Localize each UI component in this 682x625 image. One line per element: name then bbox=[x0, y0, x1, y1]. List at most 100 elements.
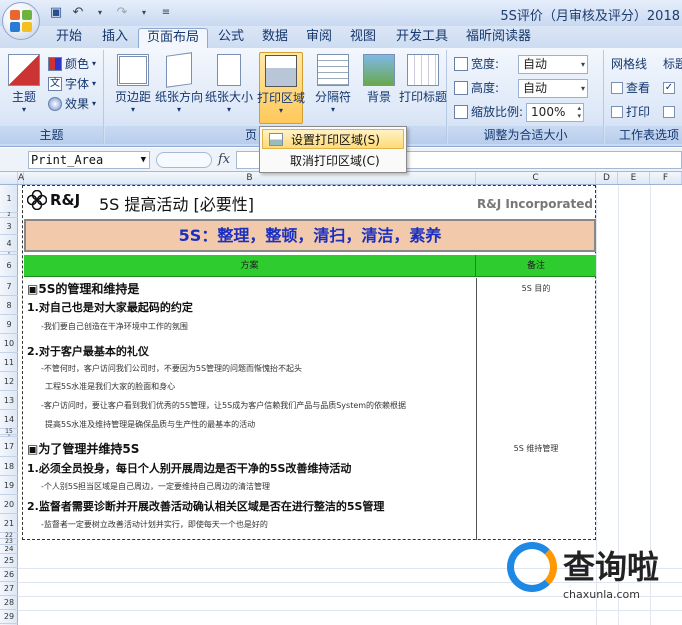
watermark: 查询啦 chaxunla.com bbox=[505, 540, 682, 625]
column-header[interactable]: B bbox=[24, 172, 476, 184]
orientation-button[interactable]: 纸张方向 ▾ bbox=[155, 52, 203, 122]
row-header[interactable]: 29 bbox=[0, 610, 18, 624]
quick-access-toolbar: ▣ ↶ ▾ ↷ ▾ ≡ bbox=[48, 4, 174, 20]
height-row: 高度: 自动 ▾ bbox=[454, 78, 588, 98]
watermark-url: chaxunla.com bbox=[563, 588, 640, 601]
breaks-button[interactable]: 分隔符 ▾ bbox=[311, 52, 355, 122]
row-header[interactable]: 6 bbox=[0, 255, 18, 277]
column-header[interactable]: F bbox=[650, 172, 682, 184]
row-header[interactable]: 12 bbox=[0, 372, 18, 391]
headings-print-checkbox[interactable] bbox=[663, 102, 675, 122]
tab-view[interactable]: 视图 bbox=[342, 28, 384, 48]
gridlines-print-checkbox[interactable]: 打印 bbox=[611, 102, 650, 122]
row-headers: 1 2 3 4 5 6 7 8 9 10 11 12 13 14 15 16 1… bbox=[0, 185, 18, 625]
tab-page-layout[interactable]: 页面布局 bbox=[138, 28, 209, 48]
row-header[interactable]: 18 bbox=[0, 457, 18, 476]
group-sheet-options: 网格线 标题 查看 ✓ 打印 工作表选项 bbox=[605, 50, 682, 144]
tab-formulas[interactable]: 公式 bbox=[210, 28, 252, 48]
group-label-sheet-options: 工作表选项 bbox=[605, 126, 682, 144]
column-divider bbox=[476, 278, 477, 540]
tab-foxit-reader[interactable]: 福昕阅读器 bbox=[458, 28, 539, 48]
row-header[interactable]: 10 bbox=[0, 334, 18, 353]
note-maintenance: 5S 维持管理 bbox=[513, 444, 559, 453]
fonts-button[interactable]: 文 字体 ▾ bbox=[48, 74, 96, 94]
tab-home[interactable]: 开始 bbox=[48, 28, 90, 48]
office-button[interactable] bbox=[2, 2, 40, 40]
list-item: -监督者一定要树立改善活动计划并实行，即使每天一个也是好的 bbox=[41, 520, 268, 529]
size-button[interactable]: 纸张大小 ▾ bbox=[205, 52, 253, 122]
height-select[interactable]: 自动 ▾ bbox=[518, 78, 588, 98]
row-header[interactable]: 25 bbox=[0, 554, 18, 568]
width-icon bbox=[454, 57, 468, 71]
formula-bar-handle[interactable] bbox=[156, 152, 212, 168]
insert-function-icon[interactable]: fx bbox=[218, 152, 230, 167]
width-select[interactable]: 自动 ▾ bbox=[518, 54, 588, 74]
row-header[interactable]: 17 bbox=[0, 437, 18, 457]
row-header[interactable]: 4 bbox=[0, 235, 18, 252]
row-header[interactable]: 9 bbox=[0, 315, 18, 334]
watermark-text: 查询啦 bbox=[563, 548, 660, 586]
row-header[interactable]: 7 bbox=[0, 277, 18, 296]
row-header[interactable]: 21 bbox=[0, 514, 18, 533]
menu-item-clear-print-area[interactable]: 取消打印区域(C) bbox=[262, 151, 404, 171]
menu-item-set-print-area[interactable]: 设置打印区域(S) bbox=[262, 129, 404, 149]
tab-data[interactable]: 数据 bbox=[254, 28, 296, 48]
row-header[interactable]: 28 bbox=[0, 596, 18, 610]
customize-qat-icon[interactable]: ≡ bbox=[158, 4, 174, 20]
row-header[interactable]: 3 bbox=[0, 218, 18, 235]
row-header[interactable]: 26 bbox=[0, 568, 18, 582]
undo-dropdown-icon[interactable]: ▾ bbox=[92, 4, 108, 20]
name-box-dropdown-icon[interactable]: ▼ bbox=[141, 152, 146, 168]
row-header[interactable]: 11 bbox=[0, 353, 18, 372]
row-header[interactable]: 1 bbox=[0, 185, 18, 213]
background-button[interactable]: 背景 bbox=[357, 52, 401, 122]
effects-button[interactable]: 效果 ▾ bbox=[48, 94, 96, 114]
column-header[interactable]: E bbox=[618, 172, 650, 184]
list-item: ▣为了管理并维持5S bbox=[27, 442, 140, 456]
headings-view-checkbox[interactable]: ✓ bbox=[663, 78, 675, 98]
checkbox-checked-icon: ✓ bbox=[663, 82, 675, 94]
window-title: 5S评价（月审核及评分）2018 bbox=[500, 9, 680, 24]
margins-button[interactable]: 页边距 ▾ bbox=[111, 52, 155, 122]
row-header[interactable]: 8 bbox=[0, 296, 18, 315]
redo-dropdown-icon[interactable]: ▾ bbox=[136, 4, 152, 20]
banner: 5S：整理，整顿，清扫，清洁，素养 bbox=[24, 219, 596, 252]
list-item: 2.监督者需要诊断并开展改善活动确认相关区域是否在进行整洁的5S管理 bbox=[27, 500, 385, 513]
tab-insert[interactable]: 插入 bbox=[94, 28, 136, 48]
save-icon[interactable]: ▣ bbox=[48, 4, 64, 20]
row-header[interactable]: 27 bbox=[0, 582, 18, 596]
tab-developer[interactable]: 开发工具 bbox=[388, 28, 456, 48]
list-item: ▣5S的管理和维持是 bbox=[27, 282, 140, 296]
column-header[interactable]: D bbox=[596, 172, 618, 184]
undo-icon[interactable]: ↶ bbox=[70, 4, 86, 20]
name-box[interactable]: Print_Area ▼ bbox=[28, 151, 150, 169]
redo-icon[interactable]: ↷ bbox=[114, 4, 130, 20]
print-area-button[interactable]: 打印区域 ▾ bbox=[257, 52, 305, 124]
doc-title: 5S 提高活动 [必要性] bbox=[99, 195, 254, 214]
list-item: -个人别5S担当区域是自己周边，一定要维持自己周边的清洁管理 bbox=[41, 482, 271, 491]
print-area-icon bbox=[265, 55, 297, 87]
row-header[interactable]: 20 bbox=[0, 495, 18, 514]
row-header[interactable]: 24 bbox=[0, 545, 18, 554]
checkbox-icon bbox=[663, 106, 675, 118]
tab-review[interactable]: 审阅 bbox=[298, 28, 340, 48]
height-icon bbox=[454, 81, 468, 95]
group-label-scale: 调整为合适大小 bbox=[448, 126, 603, 144]
col-scheme-header: 方案 bbox=[24, 255, 476, 277]
scale-spinner[interactable]: 100% ▴ ▾ bbox=[526, 102, 585, 122]
column-headers: A B C D E F bbox=[0, 172, 682, 185]
row-header[interactable]: 19 bbox=[0, 476, 18, 495]
print-area: R&J 5S 提高活动 [必要性] R&J Incorporated 5S：整理… bbox=[22, 185, 596, 540]
gridlines-label: 网格线 bbox=[611, 57, 648, 71]
select-all-corner[interactable] bbox=[0, 172, 18, 184]
colors-button[interactable]: 颜色 ▾ bbox=[48, 54, 96, 74]
list-item: 2.对于客户最基本的礼仪 bbox=[27, 345, 149, 358]
print-titles-button[interactable]: 打印标题 bbox=[399, 52, 447, 122]
gridlines-view-checkbox[interactable]: 查看 bbox=[611, 78, 650, 98]
effects-icon bbox=[48, 97, 62, 111]
print-titles-icon bbox=[407, 54, 439, 86]
column-header[interactable]: C bbox=[476, 172, 596, 184]
row-header[interactable]: 14 bbox=[0, 410, 18, 429]
themes-button[interactable]: 主题 ▾ bbox=[2, 52, 46, 122]
row-header[interactable]: 13 bbox=[0, 391, 18, 410]
